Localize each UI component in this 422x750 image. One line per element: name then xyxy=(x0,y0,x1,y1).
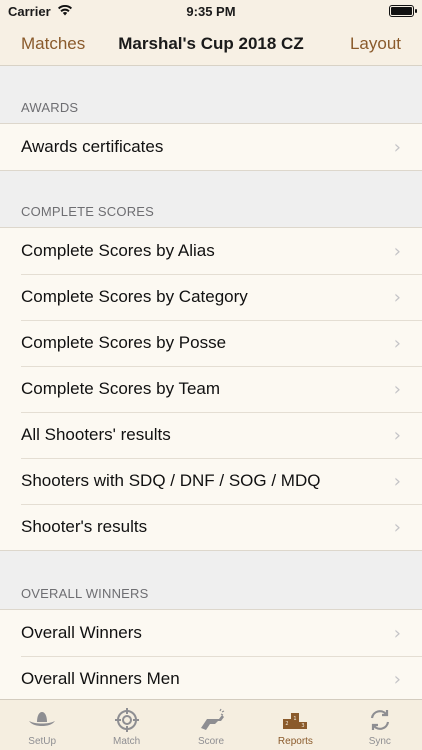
row-label: All Shooters' results xyxy=(21,425,171,444)
cowboy-hat-icon xyxy=(27,706,57,734)
section-header-complete-scores: COMPLETE SCORES xyxy=(21,204,155,219)
row-awards-certificates[interactable]: Awards certificates › xyxy=(0,124,422,170)
row-scores-by-team[interactable]: Complete Scores by Team › xyxy=(0,366,422,412)
row-label: Overall Winners xyxy=(21,623,142,642)
tab-label: SetUp xyxy=(28,736,57,747)
tab-setup[interactable]: SetUp xyxy=(0,700,84,750)
section-header-awards: AWARDS xyxy=(21,100,79,115)
tab-label: Match xyxy=(112,736,141,747)
chevron-right-icon: › xyxy=(393,668,401,690)
crosshair-icon xyxy=(112,706,142,734)
row-label: Complete Scores by Posse xyxy=(21,333,227,352)
row-all-shooters-results[interactable]: All Shooters' results › xyxy=(0,412,422,458)
chevron-right-icon: › xyxy=(393,286,401,308)
status-bar: Carrier 9:35 PM xyxy=(0,0,422,22)
svg-text:1: 1 xyxy=(294,716,297,722)
row-label: Shooters with SDQ / DNF / SOG / MDQ xyxy=(21,471,321,490)
row-label: Complete Scores by Team xyxy=(21,379,221,398)
chevron-right-icon: › xyxy=(393,378,401,400)
row-label: Complete Scores by Category xyxy=(21,287,248,306)
row-scores-by-alias[interactable]: Complete Scores by Alias › xyxy=(0,228,422,274)
tab-label: Score xyxy=(197,736,225,747)
svg-text:3: 3 xyxy=(302,723,305,729)
row-shooters-results[interactable]: Shooter's results › xyxy=(0,504,422,550)
tab-bar: SetUp Match Score 12 3 Reports Sync xyxy=(0,699,422,750)
tab-label: Reports xyxy=(277,736,313,747)
tab-reports[interactable]: 12 3 Reports xyxy=(253,700,337,750)
podium-icon: 12 3 xyxy=(280,706,310,734)
chevron-right-icon: › xyxy=(393,332,401,354)
svg-text:2: 2 xyxy=(286,721,289,727)
wifi-icon xyxy=(57,4,73,19)
tab-match[interactable]: Match xyxy=(84,700,168,750)
awards-list: Awards certificates › xyxy=(0,123,422,171)
row-overall-winners[interactable]: Overall Winners › xyxy=(0,610,422,656)
row-label: Complete Scores by Alias xyxy=(21,241,215,260)
row-label: Overall Winners Men xyxy=(21,669,180,688)
row-label: Awards certificates xyxy=(21,137,164,156)
reports-list[interactable]: AWARDS Awards certificates › COMPLETE SC… xyxy=(0,67,422,699)
revolver-icon xyxy=(196,706,226,734)
row-scores-by-posse[interactable]: Complete Scores by Posse › xyxy=(0,320,422,366)
chevron-right-icon: › xyxy=(393,470,401,492)
overall-winners-list: Overall Winners › Overall Winners Men › xyxy=(0,609,422,699)
row-overall-winners-men[interactable]: Overall Winners Men › xyxy=(0,656,422,699)
sync-icon xyxy=(365,706,395,734)
navigation-bar: Matches Marshal's Cup 2018 CZ Layout xyxy=(0,22,422,66)
row-shooters-sdq-dnf[interactable]: Shooters with SDQ / DNF / SOG / MDQ › xyxy=(0,458,422,504)
chevron-right-icon: › xyxy=(393,136,401,158)
row-scores-by-category[interactable]: Complete Scores by Category › xyxy=(0,274,422,320)
chevron-right-icon: › xyxy=(393,516,401,538)
layout-button[interactable]: Layout xyxy=(350,34,401,54)
section-header-overall-winners: OVERALL WINNERS xyxy=(21,586,149,601)
chevron-right-icon: › xyxy=(393,240,401,262)
tab-score[interactable]: Score xyxy=(169,700,253,750)
chevron-right-icon: › xyxy=(393,622,401,644)
carrier-label: Carrier xyxy=(8,3,51,19)
chevron-right-icon: › xyxy=(393,424,401,446)
battery-icon xyxy=(389,5,417,17)
row-label: Shooter's results xyxy=(21,517,148,536)
matches-back-button[interactable]: Matches xyxy=(21,34,85,54)
complete-scores-list: Complete Scores by Alias › Complete Scor… xyxy=(0,227,422,551)
tab-label: Sync xyxy=(368,736,391,747)
tab-sync[interactable]: Sync xyxy=(338,700,422,750)
